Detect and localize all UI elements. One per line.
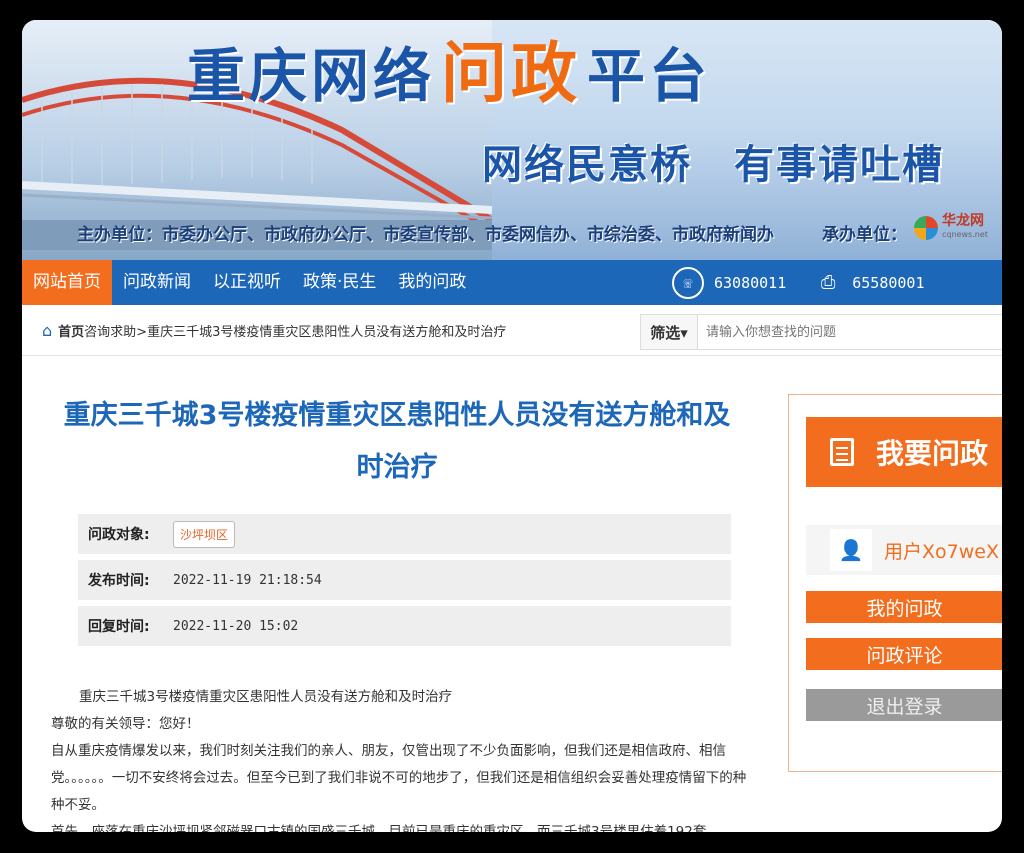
body-paragraph: 自从重庆疫情爆发以来，我们时刻关注我们的亲人、朋友，仅管出现了不少负面影响，但我… xyxy=(51,743,747,813)
meta-reply-row: 回复时间: 2022-11-20 15:02 xyxy=(78,606,731,646)
logout-button[interactable]: 退出登录 xyxy=(806,689,1002,721)
nav-item-my-questions[interactable]: 我的问政 xyxy=(387,260,477,305)
organizer-label: 承办单位： xyxy=(822,225,907,245)
publish-label: 发布时间: xyxy=(88,573,150,589)
fax-icon: ⎙ xyxy=(821,272,836,293)
target-tag[interactable]: 沙坪坝区 xyxy=(173,520,236,548)
ask-question-button[interactable]: 我要问政 xyxy=(806,417,1002,487)
comments-button[interactable]: 问政评论 xyxy=(806,638,1002,670)
my-questions-button[interactable]: 我的问政 xyxy=(806,591,1002,623)
meta-target-row: 问政对象: 沙坪坝区 xyxy=(78,514,731,554)
article-meta: 问政对象: 沙坪坝区 发布时间: 2022-11-19 21:18:54 回复时… xyxy=(78,514,731,652)
breadcrumb-row: ⌂ 首页 咨询求助>重庆三千城3号楼疫情重灾区患阳性人员没有送方舱和及时治疗 筛选… xyxy=(22,305,1002,356)
search-box: 筛选▾ xyxy=(640,314,1002,350)
phone-number: 63080011 xyxy=(714,273,787,292)
home-icon[interactable]: ⌂ xyxy=(42,321,52,340)
search-input[interactable] xyxy=(698,315,1002,349)
title-part1: 重庆网络 xyxy=(187,42,436,110)
logo-domain: cqnews.net xyxy=(942,230,988,239)
username[interactable]: 用户Xo7weX xyxy=(884,537,999,564)
platform-title: 重庆网络问政 平台 xyxy=(187,20,711,116)
nav-item-home[interactable]: 网站首页 xyxy=(22,260,112,305)
target-label: 问政对象: xyxy=(88,527,150,543)
nav-item-news[interactable]: 问政新闻 xyxy=(112,260,202,305)
contact-info: ☏ 63080011 ⎙ 65580001 xyxy=(672,260,925,305)
banner-slogan: 网络民意桥 有事请吐槽 xyxy=(482,142,944,188)
header-banner: 重庆网络问政 平台 网络民意桥 有事请吐槽 主办单位：市委办公厅、市政府办公厅、市… xyxy=(22,20,1002,260)
publish-time: 2022-11-19 21:18:54 xyxy=(173,572,322,588)
sidebar-panel: 我要问政 👤 用户Xo7weX 我的问政 问政评论 退出登录 xyxy=(788,394,1002,772)
nav-item-policy[interactable]: 政策·民生 xyxy=(292,260,387,305)
hualong-logo[interactable]: 华龙网 cqnews.net xyxy=(914,213,988,241)
fax-number: 65580001 xyxy=(852,273,925,292)
ask-question-label: 我要问政 xyxy=(876,437,989,470)
title-part2: 平台 xyxy=(587,42,712,110)
reply-label: 回复时间: xyxy=(88,619,150,635)
filter-dropdown[interactable]: 筛选▾ xyxy=(641,315,698,349)
user-card: 👤 用户Xo7weX xyxy=(806,525,1002,575)
reply-time: 2022-11-20 15:02 xyxy=(173,618,299,634)
breadcrumb-path[interactable]: 咨询求助>重庆三千城3号楼疫情重灾区患阳性人员没有送方舱和及时治疗 xyxy=(84,321,506,340)
title-highlight: 问政 xyxy=(441,35,582,112)
user-avatar-icon: 👤 xyxy=(830,529,872,571)
phone-icon: ☏ xyxy=(672,266,704,299)
meta-publish-row: 发布时间: 2022-11-19 21:18:54 xyxy=(78,560,731,600)
body-paragraph: 重庆三千城3号楼疫情重灾区患阳性人员没有送方舱和及时治疗 xyxy=(79,689,453,705)
article-body: 重庆三千城3号楼疫情重灾区患阳性人员没有送方舱和及时治疗 尊敬的有关领导：您好！… xyxy=(51,684,755,832)
notepad-icon xyxy=(830,438,854,466)
breadcrumb-home[interactable]: 首页 xyxy=(58,321,84,340)
nav-item-clarify[interactable]: 以正视听 xyxy=(202,260,292,305)
sponsor-text: 主办单位：市委办公厅、市政府办公厅、市委宣传部、市委网信办、市综治委、市政府新闻… xyxy=(77,225,774,245)
article-title: 重庆三千城3号楼疫情重灾区患阳性人员没有送方舱和及时治疗 xyxy=(63,400,731,483)
breadcrumb: ⌂ 首页 咨询求助>重庆三千城3号楼疫情重灾区患阳性人员没有送方舱和及时治疗 xyxy=(42,321,506,340)
logo-mark-icon xyxy=(914,216,938,240)
body-paragraph: 首先，座落在重庆沙坪坝紧邻磁器口古镇的国盛三千城，目前已是重庆的重灾区，而三千城… xyxy=(51,824,707,832)
logo-name: 华龙网 xyxy=(942,213,984,229)
main-nav: 网站首页 问政新闻 以正视听 政策·民生 我的问政 ☏ 63080011 ⎙ 6… xyxy=(22,260,1002,305)
browser-page: 重庆网络问政 平台 网络民意桥 有事请吐槽 主办单位：市委办公厅、市政府办公厅、市… xyxy=(22,20,1002,832)
body-paragraph: 尊敬的有关领导：您好！ xyxy=(51,716,200,732)
